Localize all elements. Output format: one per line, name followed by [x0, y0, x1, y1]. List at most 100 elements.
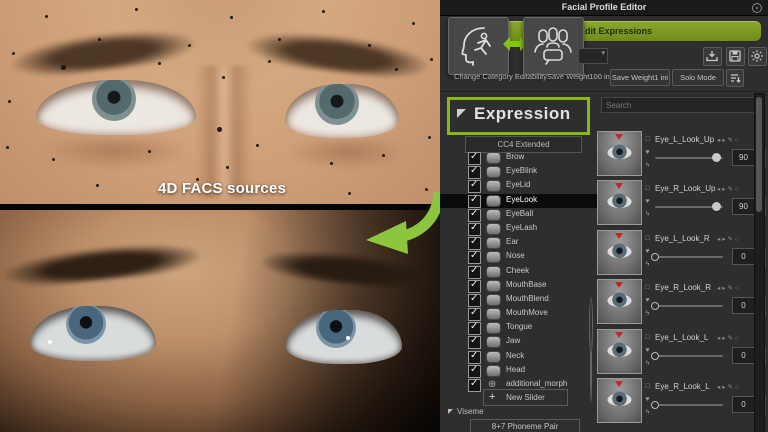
heart-icon: ♥: [645, 248, 649, 255]
slider-track[interactable]: [655, 256, 723, 258]
slider-row-eye-l-look-r: □♥ϟ Eye_L_Look_R ◂▸✎○ 0 ▲▼: [440, 230, 768, 278]
change-category-source-button[interactable]: [448, 17, 509, 75]
save-button[interactable]: [726, 47, 745, 66]
slider-label: Eye_L_Look_Up: [655, 135, 714, 144]
save-weight1-button[interactable]: Save Weight1 ini: [610, 69, 670, 86]
keyframe-icon: ◂▸: [717, 335, 728, 342]
facial-tracking-dots: [0, 0, 3, 3]
profile-motion-icon: [457, 25, 499, 67]
right-eye: [285, 84, 399, 138]
bolt-icon: ϟ: [646, 162, 650, 169]
slider-value[interactable]: 0: [732, 396, 755, 413]
slider-track[interactable]: [655, 157, 723, 159]
slider-thumbnail-eye[interactable]: [597, 378, 642, 423]
slider-knob[interactable]: [651, 302, 659, 310]
left-eye: [36, 80, 196, 135]
slider-label: Eye_R_Look_L: [655, 382, 710, 391]
slider-knob[interactable]: [651, 253, 659, 261]
keyframe-icon: ◂▸: [717, 236, 728, 243]
slider-value[interactable]: 0: [732, 248, 755, 265]
under-eye-shadow: [40, 138, 190, 170]
bolt-icon: ϟ: [646, 360, 650, 367]
pencil-icon: ✎: [728, 335, 735, 342]
keyframe-icon: ◂▸: [717, 384, 728, 391]
scrollbar[interactable]: [754, 93, 765, 432]
target-icon[interactable]: [752, 3, 762, 13]
slider-track[interactable]: [655, 305, 723, 307]
slider-label: Eye_R_Look_R: [655, 283, 711, 292]
checkbox-icon: □: [645, 185, 649, 192]
slider-row-eye-r-look-r: □♥ϟ Eye_R_Look_R ◂▸✎○ 0 ▲▼: [440, 279, 768, 327]
pencil-icon: ✎: [728, 384, 735, 391]
expression-section-title[interactable]: Expression: [474, 104, 571, 124]
import-button[interactable]: [703, 47, 722, 66]
checkbox-icon: □: [645, 383, 649, 390]
right-iris: [315, 84, 359, 125]
keyframe-icon: ◂▸: [717, 285, 728, 292]
solo-mode-button[interactable]: Solo Mode: [672, 69, 724, 86]
dot-icon: ○: [735, 137, 741, 144]
slider-row-eye-r-look-up: □♥ϟ Eye_R_Look_Up ◂▸✎○ 90 ▲▼: [440, 180, 768, 228]
search-input[interactable]: [601, 97, 759, 113]
dot-icon: ○: [735, 384, 741, 391]
slider-label: Eye_L_Look_L: [655, 333, 708, 342]
dot-icon: ○: [735, 335, 741, 342]
slider-label: Eye_R_Look_Up: [655, 184, 715, 193]
facial-profile-editor-panel: Facial Profile Editor Edit Expressions: [440, 0, 768, 432]
change-category-target-button[interactable]: [523, 17, 584, 75]
slider-thumbnail-eye[interactable]: [597, 279, 642, 324]
dot-icon: ○: [735, 236, 741, 243]
heart-icon: ♥: [645, 347, 649, 354]
slider-track[interactable]: [655, 206, 723, 208]
right-iris: [316, 310, 356, 348]
checkbox-icon: □: [645, 136, 649, 143]
panel-title: Facial Profile Editor: [440, 2, 768, 12]
keyframe-icon: ◂▸: [717, 137, 728, 144]
checkbox-icon: □: [645, 334, 649, 341]
pencil-icon: ✎: [728, 236, 735, 243]
slider-value[interactable]: 90: [732, 149, 755, 166]
pencil-icon: ✎: [728, 137, 735, 144]
expression-section-highlight: Expression: [447, 97, 590, 135]
slider-track[interactable]: [655, 355, 723, 357]
photo-4d-facs-source: 4D FACS sources: [0, 0, 440, 204]
heart-icon: ♥: [645, 297, 649, 304]
slider-value[interactable]: 90: [732, 198, 755, 215]
slider-row-eye-l-look-up: □♥ϟ Eye_L_Look_Up ◂▸✎○ 90 ▲▼: [440, 131, 768, 179]
save-weight100-label[interactable]: Save Weight100 ini: [547, 72, 612, 81]
slider-knob[interactable]: [712, 202, 721, 211]
change-category-editability-label: Change Category Editability: [454, 72, 547, 81]
pencil-icon: ✎: [728, 285, 735, 292]
nose-bridge-shading: [196, 66, 252, 198]
slider-knob[interactable]: [712, 153, 721, 162]
expression-set-dropdown[interactable]: [578, 48, 608, 64]
left-eyebrow: [8, 23, 197, 81]
sort-icon: [728, 71, 742, 85]
slider-row-eye-r-look-l: □♥ϟ Eye_R_Look_L ◂▸✎○ 0 ▲▼: [440, 378, 768, 426]
collapse-triangle-icon[interactable]: [457, 109, 466, 118]
heart-icon: ♥: [645, 149, 649, 156]
slider-thumbnail-eye[interactable]: [597, 329, 642, 374]
right-eyebrow: [244, 25, 431, 83]
eye-highlight: [48, 340, 52, 344]
sort-button[interactable]: [726, 69, 744, 87]
screenshot-stage: 4D FACS sources Facial Profile Editor Ed…: [0, 0, 768, 432]
left-iris: [66, 306, 106, 344]
slider-knob[interactable]: [651, 352, 659, 360]
bolt-icon: ϟ: [646, 211, 650, 218]
settings-button[interactable]: [748, 47, 767, 66]
slider-knob[interactable]: [651, 401, 659, 409]
slider-value[interactable]: 0: [732, 297, 755, 314]
bolt-icon: ϟ: [646, 261, 650, 268]
eye-highlight: [346, 336, 350, 340]
slider-thumbnail-eye[interactable]: [597, 131, 642, 176]
slider-thumbnail-eye[interactable]: [597, 180, 642, 225]
dot-icon: ○: [735, 285, 741, 292]
dot-icon: ○: [735, 186, 741, 193]
slider-track[interactable]: [655, 404, 723, 406]
slider-value[interactable]: 0: [732, 347, 755, 364]
photo-caption: 4D FACS sources: [158, 180, 286, 197]
scrollbar-thumb[interactable]: [756, 97, 762, 212]
panel-titlebar[interactable]: Facial Profile Editor: [440, 0, 768, 16]
slider-thumbnail-eye[interactable]: [597, 230, 642, 275]
